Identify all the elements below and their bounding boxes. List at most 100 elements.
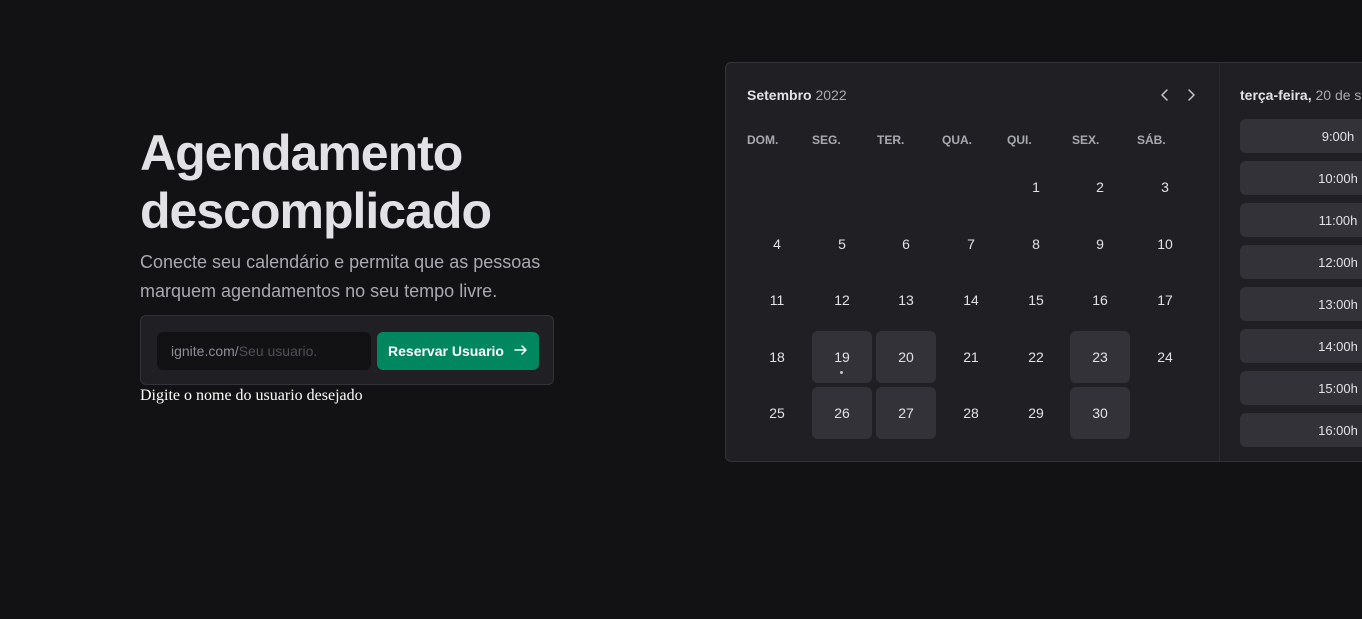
calendar-day: 11 — [747, 274, 807, 326]
calendar-day-number: 18 — [769, 349, 785, 365]
time-picker-weekday: terça-feira, — [1240, 87, 1312, 103]
time-slot[interactable]: 12:00h — [1240, 245, 1362, 279]
calendar-header: Setembro 2022 — [747, 87, 1199, 107]
time-slot[interactable]: 9:00h — [1240, 119, 1362, 153]
calendar-day-number: 20 — [898, 349, 914, 365]
arrow-right-icon — [514, 343, 528, 360]
weekday-label: SÁB. — [1137, 133, 1166, 147]
calendar-day: 13 — [876, 274, 936, 326]
hero: Agendamento descomplicado Conecte seu ca… — [140, 124, 600, 306]
calendar-day: 7 — [941, 218, 1001, 270]
username-input[interactable]: ignite.com/ Seu usuario. — [157, 332, 371, 370]
calendar-day-number: 23 — [1092, 349, 1108, 365]
calendar-day-number: 3 — [1161, 179, 1169, 195]
calendar-day-number: 17 — [1157, 292, 1173, 308]
scheduling-panel: Setembro 2022 DOM. SEG. TER. QUA. QUI. SEX. SÁ… — [725, 62, 1362, 462]
hero-subtitle: Conecte seu calendário e permita que as … — [140, 252, 541, 301]
calendar-day-number: 24 — [1157, 349, 1173, 365]
calendar-day-number: 30 — [1092, 405, 1108, 421]
calendar-day-number: 9 — [1096, 236, 1104, 252]
calendar-day-number: 10 — [1157, 236, 1173, 252]
calendar-day-number: 1 — [1032, 179, 1040, 195]
calendar-day[interactable]: 23 — [1070, 331, 1130, 383]
chevron-right-icon[interactable] — [1183, 87, 1199, 103]
weekday-label: DOM. — [747, 133, 779, 147]
time-slot[interactable]: 15:00h — [1240, 371, 1362, 405]
weekday-label: QUA. — [942, 133, 972, 147]
weekday-label: QUI. — [1007, 133, 1032, 147]
claim-username-form: ignite.com/ Seu usuario. Reservar Usuari… — [140, 315, 554, 385]
calendar-day: 10 — [1135, 218, 1195, 270]
time-slot[interactable]: 11:00h — [1240, 203, 1362, 237]
calendar-day-number: 28 — [963, 405, 979, 421]
weekday-header: DOM. SEG. TER. QUA. QUI. SEX. SÁB. — [747, 133, 1197, 149]
calendar-day[interactable]: 26 — [812, 387, 872, 439]
calendar-day-number: 27 — [898, 405, 914, 421]
time-picker: terça-feira, 20 de s 9:00h 10:00h 11:00h 12… — [1219, 63, 1362, 461]
calendar-day: 25 — [747, 387, 807, 439]
calendar-day: 16 — [1070, 274, 1130, 326]
calendar-day: 22 — [1006, 331, 1066, 383]
calendar-day: 29 — [1006, 387, 1066, 439]
calendar-day-number: 16 — [1092, 292, 1108, 308]
calendar-day: 5 — [812, 218, 872, 270]
calendar-day: 15 — [1006, 274, 1066, 326]
chevron-left-icon[interactable] — [1157, 87, 1173, 103]
calendar-day-number: 11 — [769, 292, 785, 308]
calendar-day-number: 2 — [1096, 179, 1104, 195]
weekday-label: SEG. — [812, 133, 841, 147]
calendar-day: 21 — [941, 331, 1001, 383]
calendar-day-number: 21 — [963, 349, 979, 365]
time-slot[interactable]: 16:00h — [1240, 413, 1362, 447]
calendar: Setembro 2022 DOM. SEG. TER. QUA. QUI. SEX. SÁ… — [726, 63, 1219, 461]
calendar-nav — [1157, 87, 1199, 103]
calendar-day-number: 14 — [963, 292, 979, 308]
calendar-day: 4 — [747, 218, 807, 270]
today-indicator — [840, 371, 843, 374]
calendar-day[interactable]: 30 — [1070, 387, 1130, 439]
calendar-month: Setembro — [747, 87, 812, 103]
calendar-day: 1 — [1006, 161, 1066, 213]
time-picker-date: 20 de s — [1315, 87, 1362, 103]
calendar-day-number: 6 — [902, 236, 910, 252]
calendar-day-number: 19 — [834, 349, 850, 365]
reserve-username-button[interactable]: Reservar Usuario — [377, 332, 539, 370]
calendar-day: 3 — [1135, 161, 1195, 213]
form-hint: Digite o nome do usuario desejado — [140, 387, 363, 404]
calendar-day: 8 — [1006, 218, 1066, 270]
calendar-day: 2 — [1070, 161, 1130, 213]
username-placeholder: Seu usuario. — [238, 343, 318, 359]
calendar-day: 14 — [941, 274, 1001, 326]
calendar-day: 17 — [1135, 274, 1195, 326]
calendar-day-number: 5 — [838, 236, 846, 252]
calendar-day-number: 25 — [769, 405, 785, 421]
calendar-day: 24 — [1135, 331, 1195, 383]
calendar-day: 9 — [1070, 218, 1130, 270]
time-slot[interactable]: 13:00h — [1240, 287, 1362, 321]
calendar-day[interactable]: 27 — [876, 387, 936, 439]
calendar-day[interactable]: 20 — [876, 331, 936, 383]
calendar-day-number: 8 — [1032, 236, 1040, 252]
calendar-day-number: 22 — [1028, 349, 1044, 365]
calendar-day[interactable]: 19 — [812, 331, 872, 383]
weekday-label: TER. — [877, 133, 905, 147]
hero-title-line1: Agendamento — [140, 125, 463, 181]
calendar-year: 2022 — [815, 87, 847, 103]
time-slot[interactable]: 14:00h — [1240, 329, 1362, 363]
calendar-day-number: 15 — [1028, 292, 1044, 308]
calendar-day-number: 4 — [773, 236, 781, 252]
calendar-day: 18 — [747, 331, 807, 383]
weekday-label: SEX. — [1072, 133, 1100, 147]
reserve-button-label: Reservar Usuario — [388, 343, 504, 359]
hero-title: Agendamento descomplicado — [140, 124, 600, 240]
calendar-day-number: 12 — [834, 292, 850, 308]
calendar-day: 28 — [941, 387, 1001, 439]
time-picker-title: terça-feira, 20 de s — [1240, 87, 1361, 103]
calendar-title: Setembro 2022 — [747, 87, 847, 103]
calendar-day-number: 26 — [834, 405, 850, 421]
hero-title-line2: descomplicado — [140, 183, 492, 239]
calendar-day: 12 — [812, 274, 872, 326]
calendar-day-number: 29 — [1028, 405, 1044, 421]
time-slot[interactable]: 10:00h — [1240, 161, 1362, 195]
calendar-day-number: 13 — [898, 292, 914, 308]
